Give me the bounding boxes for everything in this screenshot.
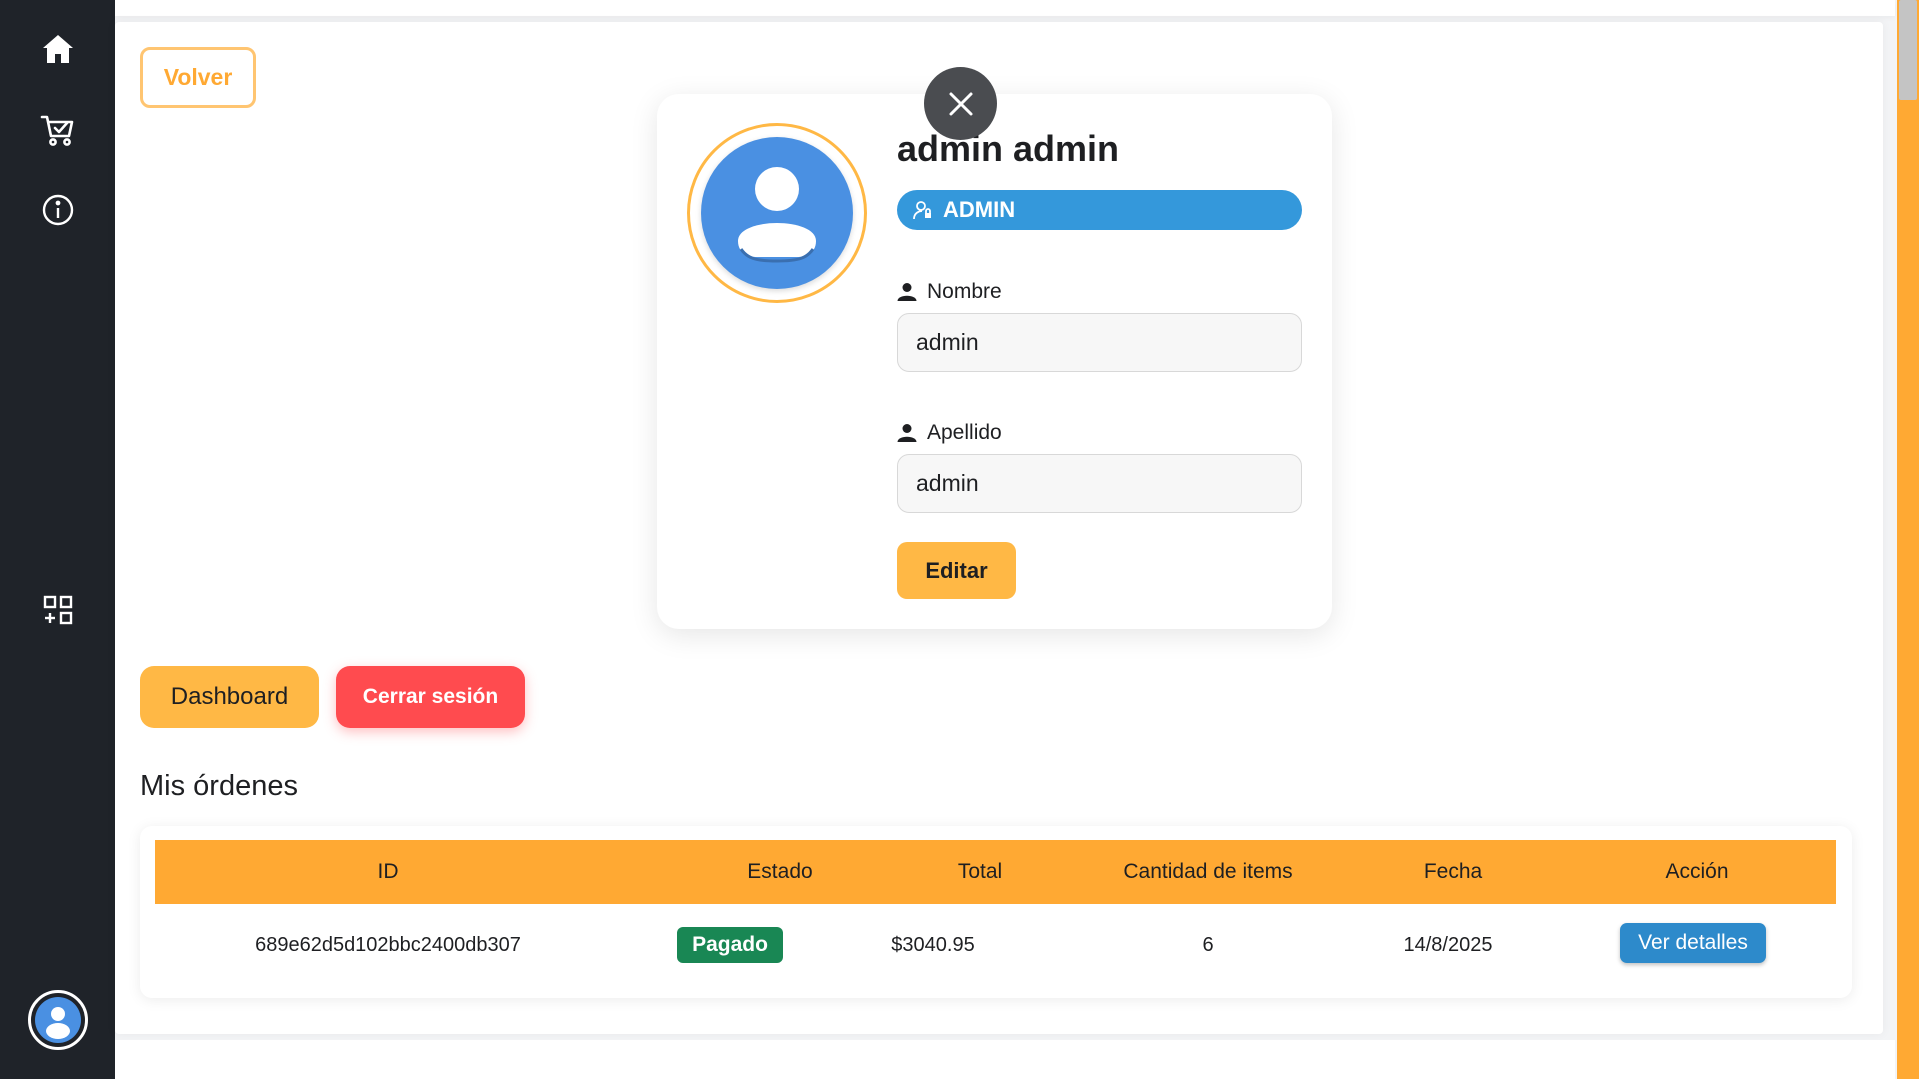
first-name-label: Nombre xyxy=(897,280,1002,304)
last-name-label: Apellido xyxy=(897,421,1002,445)
first-name-label-text: Nombre xyxy=(927,280,1002,303)
top-strip xyxy=(115,0,1895,16)
order-total-cell: $3040.95 xyxy=(891,933,975,956)
profile-avatar-icon xyxy=(701,137,853,289)
user-avatar-icon xyxy=(35,997,81,1043)
user-lock-icon xyxy=(913,201,931,220)
back-button[interactable]: Volver xyxy=(140,47,256,108)
column-header-id: ID xyxy=(377,860,399,883)
status-badge: Pagado xyxy=(677,927,783,963)
last-name-label-text: Apellido xyxy=(927,421,1002,444)
logout-button[interactable]: Cerrar sesión xyxy=(336,666,525,728)
orders-title: Mis órdenes xyxy=(140,770,298,802)
order-action-cell: Ver detalles xyxy=(1583,907,1803,979)
sidebar xyxy=(0,0,115,1079)
order-id-cell: 689e62d5d102bbc2400db307 xyxy=(255,933,521,956)
role-badge: ADMIN xyxy=(897,190,1302,230)
dashboard-button[interactable]: Dashboard xyxy=(140,666,319,728)
view-details-button[interactable]: Ver detalles xyxy=(1620,923,1766,963)
table-header: ID Estado Total Cantidad de items Fecha … xyxy=(155,840,1836,904)
column-header-action: Acción xyxy=(1665,860,1729,883)
profile-avatar xyxy=(687,123,867,303)
profile-name: admin admin xyxy=(897,128,1120,169)
first-name-input[interactable] xyxy=(897,313,1302,372)
bottom-strip xyxy=(115,1040,1895,1079)
close-button[interactable] xyxy=(924,67,997,140)
edit-button[interactable]: Editar xyxy=(897,542,1016,599)
column-header-status: Estado xyxy=(747,860,813,883)
cart-check-icon[interactable] xyxy=(38,110,78,150)
role-label: ADMIN xyxy=(943,197,1016,222)
user-avatar-button[interactable] xyxy=(28,990,88,1050)
user-icon xyxy=(897,424,917,442)
home-icon[interactable] xyxy=(38,29,78,69)
info-icon[interactable] xyxy=(38,190,78,230)
close-icon xyxy=(949,92,972,115)
column-header-total: Total xyxy=(957,860,1003,883)
column-header-date: Fecha xyxy=(1423,860,1483,883)
order-status-cell: Pagado xyxy=(650,909,810,981)
scrollbar-track[interactable] xyxy=(1897,0,1919,1079)
column-header-items: Cantidad de items xyxy=(1123,860,1293,883)
grid-add-icon[interactable] xyxy=(38,590,78,630)
scrollbar-thumb[interactable] xyxy=(1899,0,1917,100)
order-date-cell: 14/8/2025 xyxy=(1403,933,1493,956)
order-items-cell: 6 xyxy=(1202,933,1214,956)
last-name-input[interactable] xyxy=(897,454,1302,513)
user-icon xyxy=(897,283,917,301)
